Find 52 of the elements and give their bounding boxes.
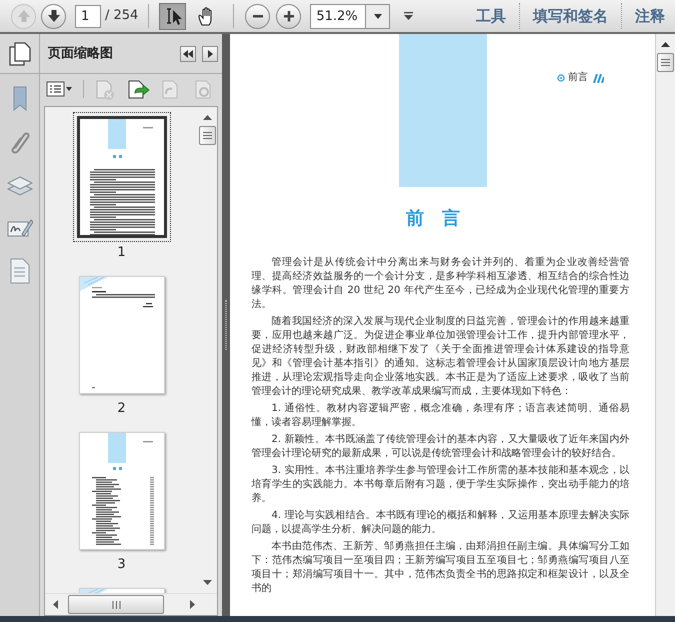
zoom-field[interactable]: 51.2% <box>310 4 366 28</box>
panel-title: 页面缩略图 <box>48 44 113 63</box>
page-thumbnail[interactable] <box>76 116 166 238</box>
body-paragraph: 2. 新颖性。本书既涵盖了传统管理会计的基本内容，又大量吸收了近年来国内外管理会计理论研究的最新成果，可以说是传统管理会计和战略管理会计的较好结合。 <box>252 433 630 461</box>
scroll-up-icon <box>203 115 212 120</box>
scroll-left-icon <box>53 600 58 609</box>
select-tool-button[interactable] <box>159 2 186 30</box>
page-label: 2 <box>117 400 126 418</box>
body-paragraph: 4. 理论与实践相结合。本书既有理论的概括和解释，又运用基本原理去解决实际问题，以提高学生分析、解决问题的能力。 <box>252 509 630 537</box>
circle-icon <box>557 74 565 82</box>
page-count: / 254 <box>105 7 138 26</box>
caret-icon <box>374 14 382 18</box>
insert-page-button[interactable] <box>127 78 150 100</box>
expand-button[interactable] <box>202 46 218 62</box>
page-number-field[interactable]: 1 <box>75 4 101 28</box>
arrow-icon <box>206 48 214 58</box>
layers-panel-button[interactable] <box>6 174 32 198</box>
body-paragraph: 随着我国经济的深入发展与现代企业制度的日益完善，管理会计的作用越来越重要，应用也越来越广泛。为促进企事业单位加强管理会计工作，提升内部管理水平，促进经济转型升级，财政部相继下发了《关于全面推进管理会计体系建设的指导意见》和《管理会计基本指引》的通知。这标志着管理会计从国家顶层设计向地方基层推进，从理论宏观指导走向企业落地实践。本书正是为了适应上述要求，吸收了当前管理会计的理论研究成果、教学改革成果编写而成，主要体现如下特色： <box>252 315 630 399</box>
collapse-button[interactable] <box>180 46 196 62</box>
scroll-down-icon <box>203 580 212 585</box>
scroll-thumb[interactable] <box>199 126 216 145</box>
scroll-right-icon <box>190 600 195 609</box>
pane-tab[interactable]: 工具 <box>476 4 506 28</box>
slash-marks-icon <box>591 74 604 82</box>
double-arrow-icon <box>182 48 194 58</box>
zoom-dropdown-button[interactable] <box>366 4 390 28</box>
options-menu-button[interactable] <box>46 78 73 100</box>
document-panel-button[interactable] <box>10 258 30 284</box>
scrollbar[interactable] <box>655 34 675 616</box>
down-arrow-icon <box>46 8 62 24</box>
pane-tab[interactable]: 注释 <box>635 4 665 28</box>
pages-icon <box>8 42 30 66</box>
page-label: 3 <box>117 556 126 574</box>
chevron-icon <box>404 12 413 20</box>
page-heading: 前 言 <box>406 207 466 231</box>
plus-icon <box>284 10 294 22</box>
zoom-in-button[interactable] <box>276 4 302 28</box>
body-paragraph: 3. 实用性。本书注重培养学生参与管理会计工作所需的基本技能和基本观念，以培育学生的实践能力。本书每章后附有习题，便于学生实际操作，突出动手能力的培养。 <box>252 464 630 506</box>
zoom-out-button[interactable] <box>245 4 270 28</box>
body-paragraph: 管理会计是从传统会计中分离出来与财务会计并列的、着重为企业改善经营管理、提高经济效益服务的一个会计分支，是多种学科相互渗透、相互结合的综合性边缘学科。管理会计自 20 世纪 20 年代产生至今，已经成为企业现代化管理的重要方法。 <box>252 256 630 312</box>
minus-icon <box>252 14 263 18</box>
running-head: 前言 <box>568 73 588 83</box>
scroll-up-icon <box>661 42 670 47</box>
scrollbar[interactable] <box>45 593 217 615</box>
body-paragraph: 本书由范伟杰、王新芳、邹勇燕担任主编，由郑涓担任副主编。具体编写分工如下：范伟杰编写项目一至项目四；王新芳编写项目五至项目七；邹勇燕编写项目八至项目十；郑涓编写项目十一。其中，范伟杰负责全书的思路拟定和框架设计，以及全书的 <box>252 540 630 596</box>
scroll-thumb[interactable] <box>657 53 674 72</box>
pane-tab[interactable]: 填写和签名 <box>533 4 608 28</box>
up-arrow-icon <box>16 8 32 24</box>
body-paragraph: 1. 通俗性。教材内容逻辑严密，概念准确，条理有序；语言表述简明、通俗易懂，读者容易理解掌握。 <box>252 402 630 430</box>
scroll-thumb[interactable] <box>68 595 164 614</box>
page-label: 1 <box>117 244 126 262</box>
next-page-button[interactable] <box>41 4 66 28</box>
